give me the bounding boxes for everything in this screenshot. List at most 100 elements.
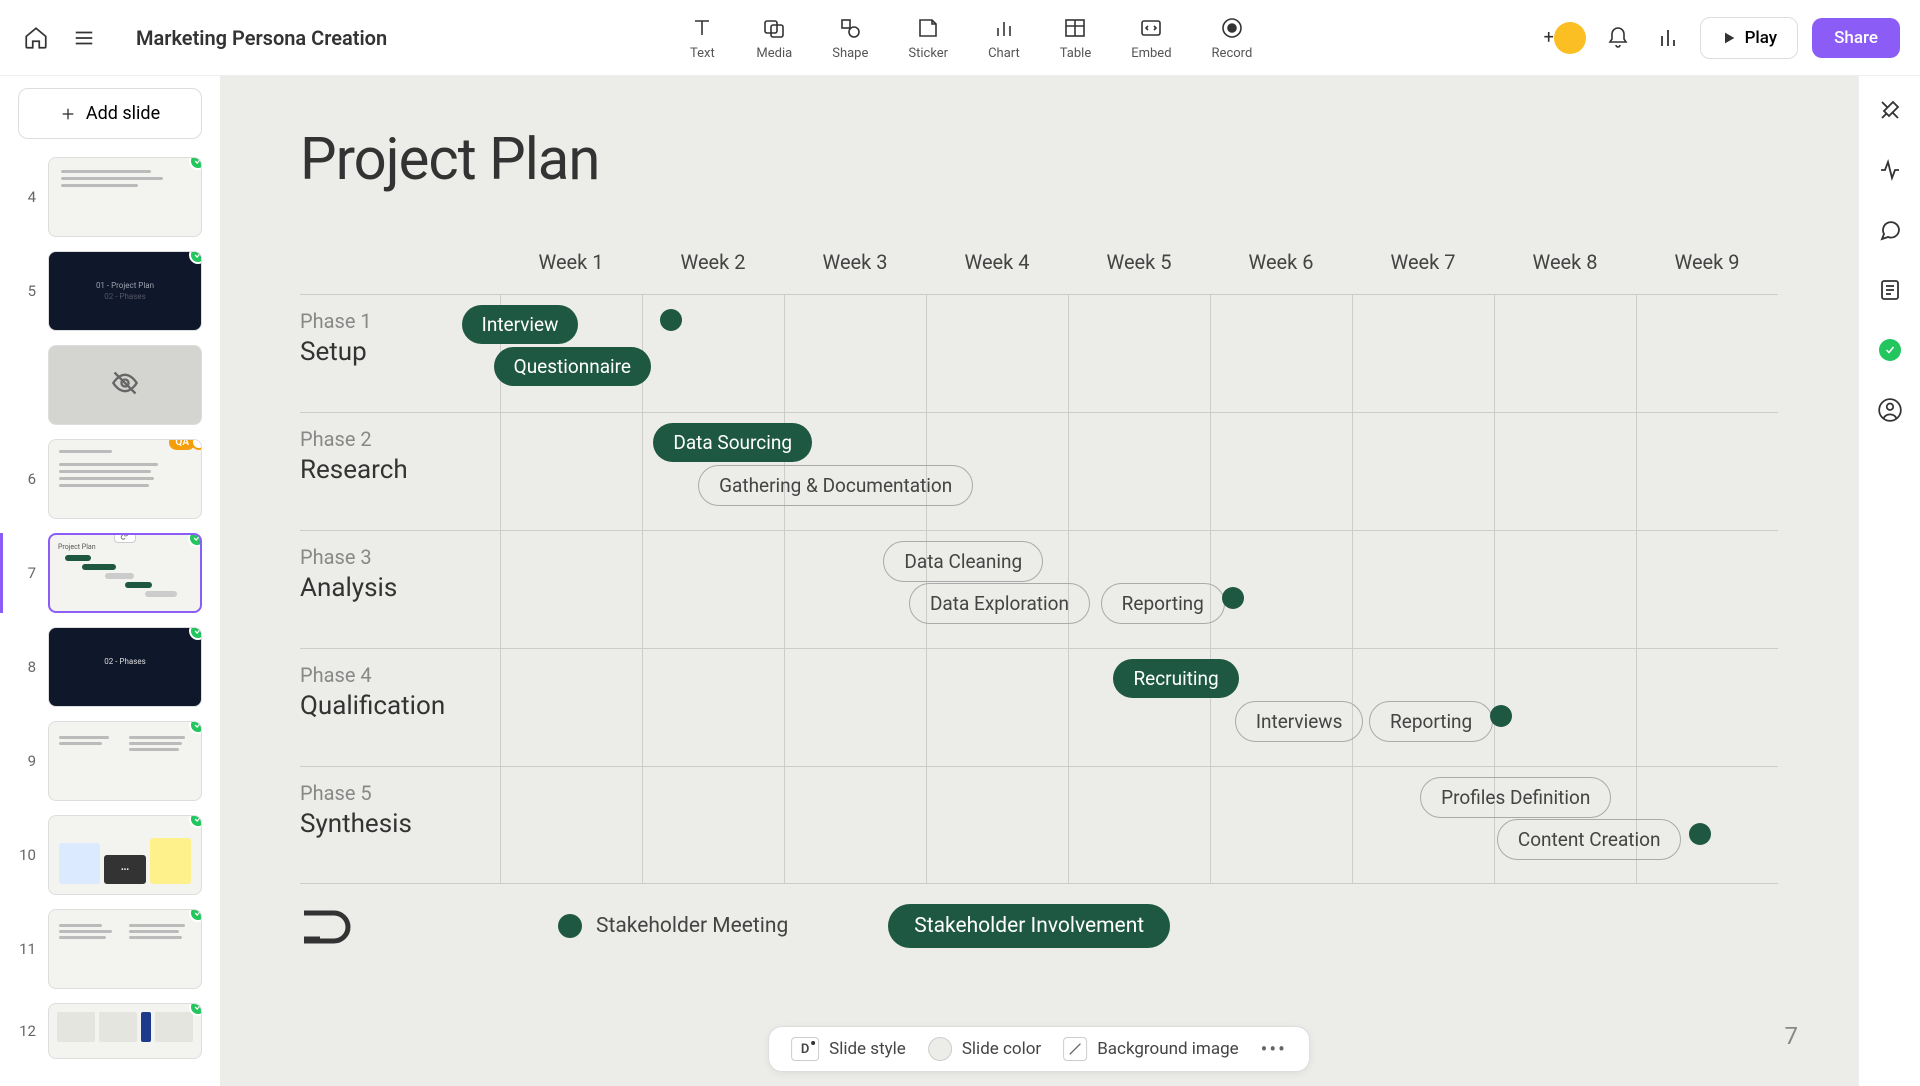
slide-number: 7 [18, 564, 36, 582]
media-icon [760, 14, 788, 42]
menu-icon[interactable] [70, 24, 98, 52]
week-label: Week 1 [500, 240, 642, 284]
phase-number: Phase 3 [300, 545, 500, 569]
slide-thumb-row [18, 345, 202, 425]
phase-name: Analysis [300, 573, 500, 603]
task-reporting[interactable]: Reporting [1101, 583, 1225, 624]
tool-label: Media [756, 46, 792, 61]
color-swatch [928, 1037, 952, 1061]
legend: Stakeholder Meeting Stakeholder Involvem… [300, 884, 1778, 948]
legend-dot-icon [558, 914, 582, 938]
embed-icon [1137, 14, 1165, 42]
week-label: Week 7 [1352, 240, 1494, 284]
slide-options-bar: D Slide style Slide color Background ima… [768, 1026, 1310, 1072]
slide-thumb-10[interactable]: ••• [48, 815, 202, 895]
stakeholder-dot[interactable] [1222, 587, 1244, 609]
phase-number: Phase 2 [300, 427, 500, 451]
slide-color-button[interactable]: Slide color [928, 1037, 1041, 1061]
task-interview[interactable]: Interview [462, 305, 579, 344]
share-button[interactable]: Share [1812, 18, 1900, 58]
week-label: Week 6 [1210, 240, 1352, 284]
tool-strip: Text Media Shape Sticker Chart Table Emb… [387, 14, 1553, 61]
home-icon[interactable] [20, 22, 52, 54]
task-data-cleaning[interactable]: Data Cleaning [883, 541, 1043, 582]
slide-title[interactable]: Project Plan [300, 126, 1778, 194]
profile-icon[interactable] [1872, 392, 1908, 428]
notifications-icon[interactable] [1600, 20, 1636, 56]
tool-record[interactable]: Record [1212, 14, 1253, 61]
slide-canvas[interactable]: Project Plan Week 1 Week 2 Week 3 Week 4… [220, 76, 1858, 1086]
hidden-icon [111, 369, 139, 401]
animation-icon[interactable] [1872, 152, 1908, 188]
slide-thumb-row: 6 QA [18, 439, 202, 519]
slide-thumb-6[interactable]: QA [48, 439, 202, 519]
tool-text[interactable]: Text [688, 14, 716, 61]
slide-number: 8 [18, 658, 36, 676]
tool-chart[interactable]: Chart [988, 14, 1020, 61]
slide-thumb-row: 10 ••• [18, 815, 202, 895]
document-title[interactable]: Marketing Persona Creation [136, 26, 387, 50]
tool-label: Record [1212, 46, 1253, 61]
tool-label: Text [690, 46, 715, 61]
phase-name: Research [300, 455, 500, 485]
stakeholder-dot[interactable] [1689, 823, 1711, 845]
notes-icon[interactable] [1872, 272, 1908, 308]
slide-thumb-8[interactable]: 02 - Phases [48, 627, 202, 707]
task-interviews[interactable]: Interviews [1235, 701, 1364, 742]
analytics-icon[interactable] [1650, 20, 1686, 56]
tool-sticker[interactable]: Sticker [908, 14, 948, 61]
slide-thumb-4[interactable] [48, 157, 202, 237]
slide-number: 6 [18, 470, 36, 488]
week-header: Week 1 Week 2 Week 3 Week 4 Week 5 Week … [300, 240, 1778, 284]
task-questionnaire[interactable]: Questionnaire [494, 347, 651, 386]
topbar-right: Play Share [1554, 17, 1900, 59]
slide-thumb-row: 7 Project Plan [0, 533, 202, 613]
task-content-creation[interactable]: Content Creation [1497, 819, 1682, 860]
slide-thumb-row: 8 02 - Phases [18, 627, 202, 707]
task-recruiting[interactable]: Recruiting [1113, 659, 1238, 698]
stakeholder-dot[interactable] [660, 309, 682, 331]
slide-thumb-5[interactable]: 01 - Project Plan02 - Phases [48, 251, 202, 331]
slide-thumb-row: 5 01 - Project Plan02 - Phases [18, 251, 202, 331]
task-reporting-2[interactable]: Reporting [1369, 701, 1493, 742]
task-gathering[interactable]: Gathering & Documentation [698, 465, 973, 506]
phase-number: Phase 5 [300, 781, 500, 805]
add-slide-button[interactable]: Add slide [18, 88, 202, 139]
status-indicator[interactable] [1872, 332, 1908, 368]
task-data-sourcing[interactable]: Data Sourcing [653, 423, 812, 462]
logo-icon [300, 906, 358, 946]
background-image-button[interactable]: Background image [1063, 1037, 1238, 1061]
phase-row-qualification: Phase 4 Qualification Recruiting Intervi… [300, 648, 1778, 766]
shape-icon [836, 14, 864, 42]
tool-media[interactable]: Media [756, 14, 792, 61]
slide-thumb-7[interactable]: Project Plan [48, 533, 202, 613]
task-profiles-definition[interactable]: Profiles Definition [1420, 777, 1611, 818]
play-button[interactable]: Play [1700, 17, 1799, 59]
slide-style-label: Slide style [829, 1039, 906, 1059]
add-collaborator-icon[interactable] [1554, 22, 1586, 54]
slide-color-label: Slide color [962, 1039, 1041, 1059]
slide-number: 9 [18, 752, 36, 770]
right-rail [1858, 76, 1920, 1086]
status-check-icon [1879, 339, 1901, 361]
task-data-exploration[interactable]: Data Exploration [909, 583, 1090, 624]
slide-thumb-11[interactable] [48, 909, 202, 989]
sticker-icon [914, 14, 942, 42]
week-label: Week 9 [1636, 240, 1778, 284]
canvas-wrap: Project Plan Week 1 Week 2 Week 3 Week 4… [220, 76, 1858, 1086]
phase-label: Phase 5 Synthesis [300, 767, 500, 883]
slide-thumb-hidden[interactable] [48, 345, 202, 425]
slide-thumb-9[interactable] [48, 721, 202, 801]
slide-style-button[interactable]: D Slide style [791, 1037, 906, 1061]
slide-thumb-12[interactable] [48, 1003, 202, 1059]
project-plan-grid: Week 1 Week 2 Week 3 Week 4 Week 5 Week … [300, 240, 1778, 884]
phase-label: Phase 3 Analysis [300, 531, 500, 648]
design-tools-icon[interactable] [1872, 92, 1908, 128]
comments-icon[interactable] [1872, 212, 1908, 248]
tool-table[interactable]: Table [1060, 14, 1091, 61]
topbar-left: Marketing Persona Creation [20, 22, 387, 54]
slide-thumb-row: 12 [18, 1003, 202, 1059]
tool-shape[interactable]: Shape [832, 14, 868, 61]
tool-embed[interactable]: Embed [1131, 14, 1171, 61]
more-options-icon[interactable]: ••• [1261, 1037, 1287, 1061]
